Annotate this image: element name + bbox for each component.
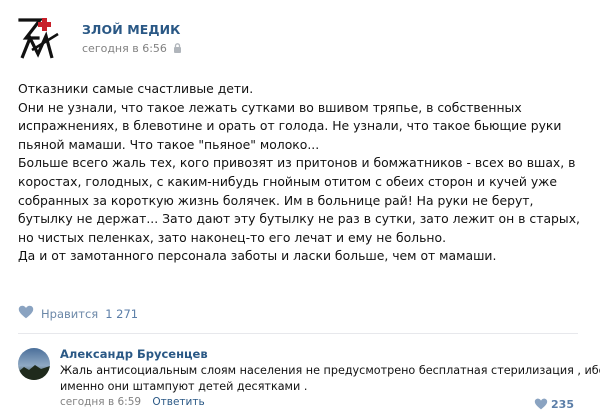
comment-text-line: именно они штампуют детей десятками .	[60, 379, 308, 393]
post-text-line: коростах, голодных, с каким-нибудь гнойн…	[18, 173, 557, 189]
comment-text: Жаль антисоциальным слоям населения не п…	[60, 363, 600, 394]
like-label: Нравится	[41, 306, 99, 321]
reply-button[interactable]: Ответить	[152, 396, 204, 408]
post-date-text[interactable]: сегодня в 6:56	[82, 42, 167, 55]
post-header: ЗЛОЙ МЕДИК сегодня в 6:56	[18, 16, 588, 60]
lock-icon	[173, 43, 182, 56]
divider	[18, 333, 578, 334]
post-text-line: испражнениях, в блевотине и орать от гол…	[18, 118, 562, 134]
post-text-line: Отказники самые счастливые дети.	[18, 81, 254, 96]
post-date[interactable]: сегодня в 6:56	[82, 42, 182, 56]
heart-icon	[18, 304, 34, 323]
like-button[interactable]: Нравится 1 271	[18, 304, 138, 323]
comment-meta: сегодня в 6:59 Ответить	[60, 396, 205, 408]
post-text-line: Они не узнали, что такое лежать сутками …	[18, 99, 522, 115]
community-logo-icon[interactable]	[18, 16, 62, 60]
comment-author-link[interactable]: Александр Брусенцев	[60, 347, 208, 361]
like-count[interactable]: 1 271	[105, 307, 138, 321]
comment-date[interactable]: сегодня в 6:59	[60, 396, 141, 408]
post-text-line: Да и от замотанного персонала заботы и л…	[18, 248, 497, 264]
post-text-line: но чистых пеленках, зато наконец-то его …	[18, 229, 447, 245]
heart-icon	[534, 395, 548, 411]
comment-like-count: 235	[551, 398, 574, 411]
avatar[interactable]	[18, 348, 50, 380]
comment: Александр Брусенцев Жаль антисоциальным …	[18, 346, 600, 411]
post-text: Отказники самые счастливые дети. Они не …	[18, 80, 588, 266]
post-text-line: Больше всего жаль тех, кого привозят из …	[18, 155, 576, 171]
post-actions: Нравится 1 271	[18, 304, 138, 322]
post-text-line: бутылку не держат... Зато дают эту бутыл…	[18, 211, 580, 227]
post-text-line: собранных за короткую жизнь болячек. Им …	[18, 192, 534, 208]
comment-like-button[interactable]: 235	[534, 395, 574, 411]
post-text-line: пьяной мамаши. Что такое "пьяное" молоко…	[18, 136, 320, 152]
comment-text-line: Жаль антисоциальным слоям населения не п…	[60, 364, 600, 377]
community-name-link[interactable]: ЗЛОЙ МЕДИК	[82, 22, 181, 37]
